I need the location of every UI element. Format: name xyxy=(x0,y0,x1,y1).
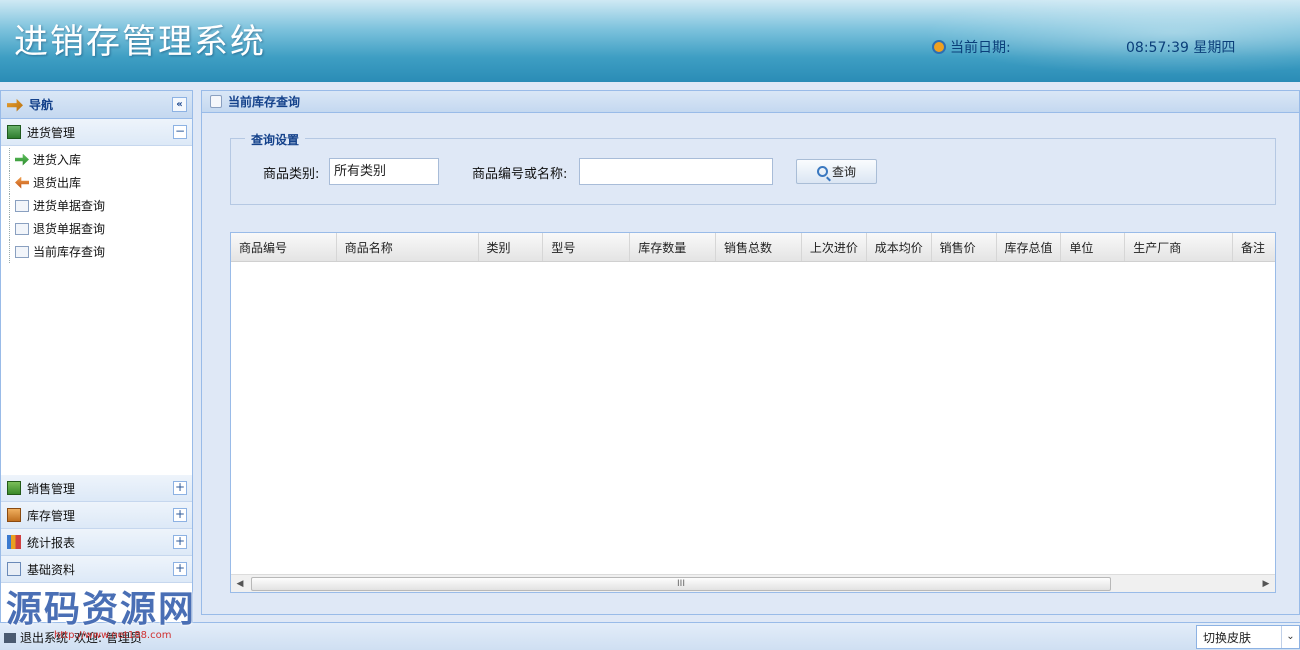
search-button-label: 查询 xyxy=(831,165,856,179)
sidebar-collapsed-sections: 销售管理 + 库存管理 + 统计报表 + 基础资料 + xyxy=(1,475,192,583)
date-label: 当前日期: xyxy=(950,40,1011,56)
column-header[interactable]: 成本均价 xyxy=(867,233,932,261)
column-header[interactable]: 商品名称 xyxy=(337,233,479,261)
tree-item-label: 退货单据查询 xyxy=(33,222,106,236)
scroll-left-icon[interactable]: ◀ xyxy=(233,577,247,591)
arrow-right-icon xyxy=(15,153,29,166)
sidebar: 导航 « 进货管理 − 进货入库 退货出库 进货单据查询 退货单据查询 当前库存… xyxy=(0,90,193,630)
watermark-logo: 源码资源网 xyxy=(6,589,197,630)
collapse-sidebar-button[interactable]: « xyxy=(172,97,187,112)
column-header[interactable]: 销售价 xyxy=(932,233,997,261)
column-header[interactable]: 类别 xyxy=(479,233,544,261)
bar-chart-icon xyxy=(7,535,21,549)
sidebar-section-base[interactable]: 基础资料 + xyxy=(1,556,192,583)
document-icon xyxy=(15,245,29,258)
main-panel-header: 当前库存查询 xyxy=(202,91,1299,113)
column-header[interactable]: 库存数量 xyxy=(630,233,717,261)
page-title: 当前库存查询 xyxy=(228,95,301,109)
sidebar-section-purchase[interactable]: 进货管理 − xyxy=(1,119,192,146)
scroll-thumb[interactable]: III xyxy=(251,577,1111,591)
expand-icon[interactable]: + xyxy=(173,535,187,549)
app-header: 进销存管理系统 当前日期: 08:57:39 星期四 xyxy=(0,0,1300,82)
scroll-right-icon[interactable]: ▶ xyxy=(1259,577,1273,591)
monitor-icon xyxy=(4,632,16,643)
expand-icon[interactable]: + xyxy=(173,481,187,495)
chevron-down-icon: ⌄ xyxy=(1281,626,1299,648)
tree-item-return-query[interactable]: 退货单据查询 xyxy=(1,217,192,240)
main-body: 查询设置 商品类别: 所有类别 商品编号或名称: 查询 商品编号 商品名称 类别… xyxy=(202,113,1299,614)
keyword-label: 商品编号或名称: xyxy=(472,167,568,182)
arrow-left-icon xyxy=(15,176,29,189)
sidebar-title: 导航 xyxy=(29,98,54,112)
purchase-icon xyxy=(7,125,21,139)
main-panel: 当前库存查询 查询设置 商品类别: 所有类别 商品编号或名称: 查询 商品编号 … xyxy=(201,90,1300,615)
column-header[interactable]: 生产厂商 xyxy=(1125,233,1234,261)
current-time: 08:57:39 星期四 xyxy=(1126,40,1236,56)
tree-item-label: 进货单据查询 xyxy=(33,199,106,213)
horizontal-scrollbar[interactable]: ◀ III ▶ xyxy=(231,574,1275,592)
tree-item-stock-query[interactable]: 当前库存查询 xyxy=(1,240,192,263)
document-icon xyxy=(15,199,29,212)
column-header[interactable]: 备注 xyxy=(1233,233,1275,261)
sidebar-header: 导航 « xyxy=(1,91,192,119)
search-icon xyxy=(816,166,828,177)
page-icon xyxy=(210,95,222,108)
query-legend: 查询设置 xyxy=(245,131,306,148)
sidebar-section-stats[interactable]: 统计报表 + xyxy=(1,529,192,556)
form-icon xyxy=(7,562,21,576)
column-header[interactable]: 型号 xyxy=(543,233,631,261)
category-label: 商品类别: xyxy=(263,167,320,182)
skin-select[interactable]: 切换皮肤 ⌄ xyxy=(1196,625,1300,649)
expand-icon[interactable]: + xyxy=(173,562,187,576)
watermark-url: http://www.net188.com xyxy=(54,630,172,641)
document-icon xyxy=(15,222,29,235)
sidebar-section-stock[interactable]: 库存管理 + xyxy=(1,502,192,529)
column-header[interactable]: 商品编号 xyxy=(231,233,337,261)
expand-icon[interactable]: + xyxy=(173,508,187,522)
clock-icon xyxy=(932,40,946,54)
folder-icon xyxy=(7,508,21,522)
navigation-icon xyxy=(7,98,23,112)
tree-item-purchase-in[interactable]: 进货入库 xyxy=(1,148,192,171)
category-field[interactable]: 所有类别 xyxy=(329,158,439,185)
stock-grid: 商品编号 商品名称 类别 型号 库存数量 销售总数 上次进价 成本均价 销售价 … xyxy=(230,232,1276,593)
section-label: 进货管理 xyxy=(27,125,76,140)
collapse-icon[interactable]: − xyxy=(173,125,187,139)
app-title: 进销存管理系统 xyxy=(14,22,266,62)
column-header[interactable]: 库存总值 xyxy=(997,233,1062,261)
section-label: 库存管理 xyxy=(27,508,76,523)
query-settings: 查询设置 商品类别: 所有类别 商品编号或名称: 查询 xyxy=(230,131,1276,205)
section-label: 基础资料 xyxy=(27,562,76,577)
grid-header: 商品编号 商品名称 类别 型号 库存数量 销售总数 上次进价 成本均价 销售价 … xyxy=(231,233,1275,262)
purchase-tree: 进货入库 退货出库 进货单据查询 退货单据查询 当前库存查询 xyxy=(1,146,192,474)
tree-item-label: 当前库存查询 xyxy=(33,245,106,259)
keyword-input[interactable] xyxy=(579,158,773,185)
column-header[interactable]: 上次进价 xyxy=(802,233,867,261)
tree-item-label: 进货入库 xyxy=(33,153,82,167)
sales-icon xyxy=(7,481,21,495)
column-header[interactable]: 单位 xyxy=(1061,233,1126,261)
date-display: 当前日期: xyxy=(932,37,1011,57)
sidebar-section-sales[interactable]: 销售管理 + xyxy=(1,475,192,502)
tree-item-purchase-query[interactable]: 进货单据查询 xyxy=(1,194,192,217)
tree-item-return-out[interactable]: 退货出库 xyxy=(1,171,192,194)
tree-item-label: 退货出库 xyxy=(33,176,82,190)
section-label: 销售管理 xyxy=(27,481,76,496)
skin-select-value: 切换皮肤 xyxy=(1203,630,1252,645)
search-button[interactable]: 查询 xyxy=(796,159,877,184)
column-header[interactable]: 销售总数 xyxy=(716,233,802,261)
section-label: 统计报表 xyxy=(27,535,76,550)
